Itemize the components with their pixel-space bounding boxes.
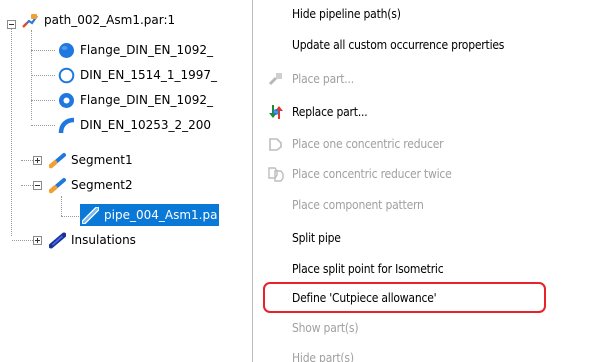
highlight-annotation-box [263,282,546,313]
menu-item-show-parts[interactable]: Show part(s) [253,316,600,340]
tree-node-gasket[interactable]: DIN_EN_1514_1_1997_ [58,65,217,85]
menu-item-place-part[interactable]: Place part... [253,67,600,91]
segment-icon [49,177,66,193]
tree-node-segment2[interactable]: Segment2 [49,175,133,195]
tree-node-segment1[interactable]: Segment1 [49,150,133,170]
menu-item-label: Split pipe [292,231,341,245]
menu-item-place-one-concentric-reducer[interactable]: Place one concentric reducer [253,132,600,156]
tree-connector [31,125,55,126]
tree-node-insulations[interactable]: Insulations [49,230,136,250]
tree-node-label: DIN_EN_1514_1_1997_ [80,68,218,82]
tree-connector [12,240,33,241]
flange-solid-blue-icon [59,42,74,58]
tree-node-flange-1[interactable]: Flange_DIN_EN_1092_ [58,40,213,60]
insulations-expand-toggle[interactable] [33,236,42,245]
gasket-ring-icon [58,67,75,83]
tree-node-label: path_002_Asm1.par:1 [44,13,176,27]
flange-ring-blue-icon [59,92,74,108]
tree-node-pipe-selected[interactable]: pipe_004_Asm1.pa [80,204,220,226]
screen: path_002_Asm1.par:1 Flange_DIN_EN_1092_ … [0,0,600,362]
reducer-twice-icon [268,167,284,182]
tree-connector [11,20,12,236]
root-expand-toggle[interactable] [7,20,16,29]
menu-item-label: Place split point for Isometric [292,262,444,276]
segment-icon [49,152,66,168]
replace-part-icon [269,105,283,119]
tree-connector [31,100,55,101]
menu-item-label: Place part... [292,72,354,86]
pipe-icon [82,206,99,224]
tree-node-root[interactable]: path_002_Asm1.par:1 [22,10,175,30]
insulation-icon [49,232,66,248]
tree-connector [61,216,79,217]
elbow-icon [58,117,75,133]
place-part-icon [268,73,282,86]
menu-item-label: Update all custom occurrence properties [292,38,505,52]
menu-item-place-concentric-reducer-twice[interactable]: Place concentric reducer twice [253,162,600,186]
menu-item-label: Hide pipeline path(s) [292,7,401,21]
tree-node-label: Segment1 [71,153,133,167]
tree-connector [61,196,62,216]
tree-node-label: Segment2 [71,178,133,192]
tree-connector [21,160,33,161]
tree-node-label: Flange_DIN_EN_1092_ [80,43,214,57]
menu-item-update-custom-properties[interactable]: Update all custom occurrence properties [253,33,600,57]
tree-node-elbow[interactable]: DIN_EN_10253_2_200 [58,115,211,135]
menu-item-label: Show part(s) [292,321,359,335]
path-icon [22,13,38,28]
segment2-expand-toggle[interactable] [33,181,42,190]
segment1-expand-toggle[interactable] [33,156,42,165]
tree-node-label: DIN_EN_10253_2_200 [80,118,212,132]
tree-connector [31,50,55,51]
tree-node-label: Flange_DIN_EN_1092_ [80,93,214,107]
menu-item-label: Place one concentric reducer [292,137,444,151]
tree-connector [31,75,55,76]
tree-node-label: pipe_004_Asm1.pa [104,208,218,222]
menu-item-label: Replace part... [292,105,368,119]
menu-item-label: Place component pattern [292,198,424,212]
assembly-tree: path_002_Asm1.par:1 Flange_DIN_EN_1092_ … [0,0,252,362]
menu-item-place-component-pattern[interactable]: Place component pattern [253,193,600,217]
menu-item-hide-pipeline-paths[interactable]: Hide pipeline path(s) [253,2,600,26]
menu-item-place-split-point-isometric[interactable]: Place split point for Isometric [253,257,600,281]
reducer-icon [269,138,282,151]
tree-node-label: Insulations [71,233,136,247]
menu-item-replace-part[interactable]: Replace part... [253,100,600,124]
tree-node-flange-2[interactable]: Flange_DIN_EN_1092_ [58,90,213,110]
menu-item-split-pipe[interactable]: Split pipe [253,226,600,250]
menu-item-label: Place concentric reducer twice [292,167,452,181]
tree-connector [21,185,33,186]
menu-item-hide-parts[interactable]: Hide part(s) [253,346,600,362]
menu-item-label: Hide part(s) [292,351,354,362]
